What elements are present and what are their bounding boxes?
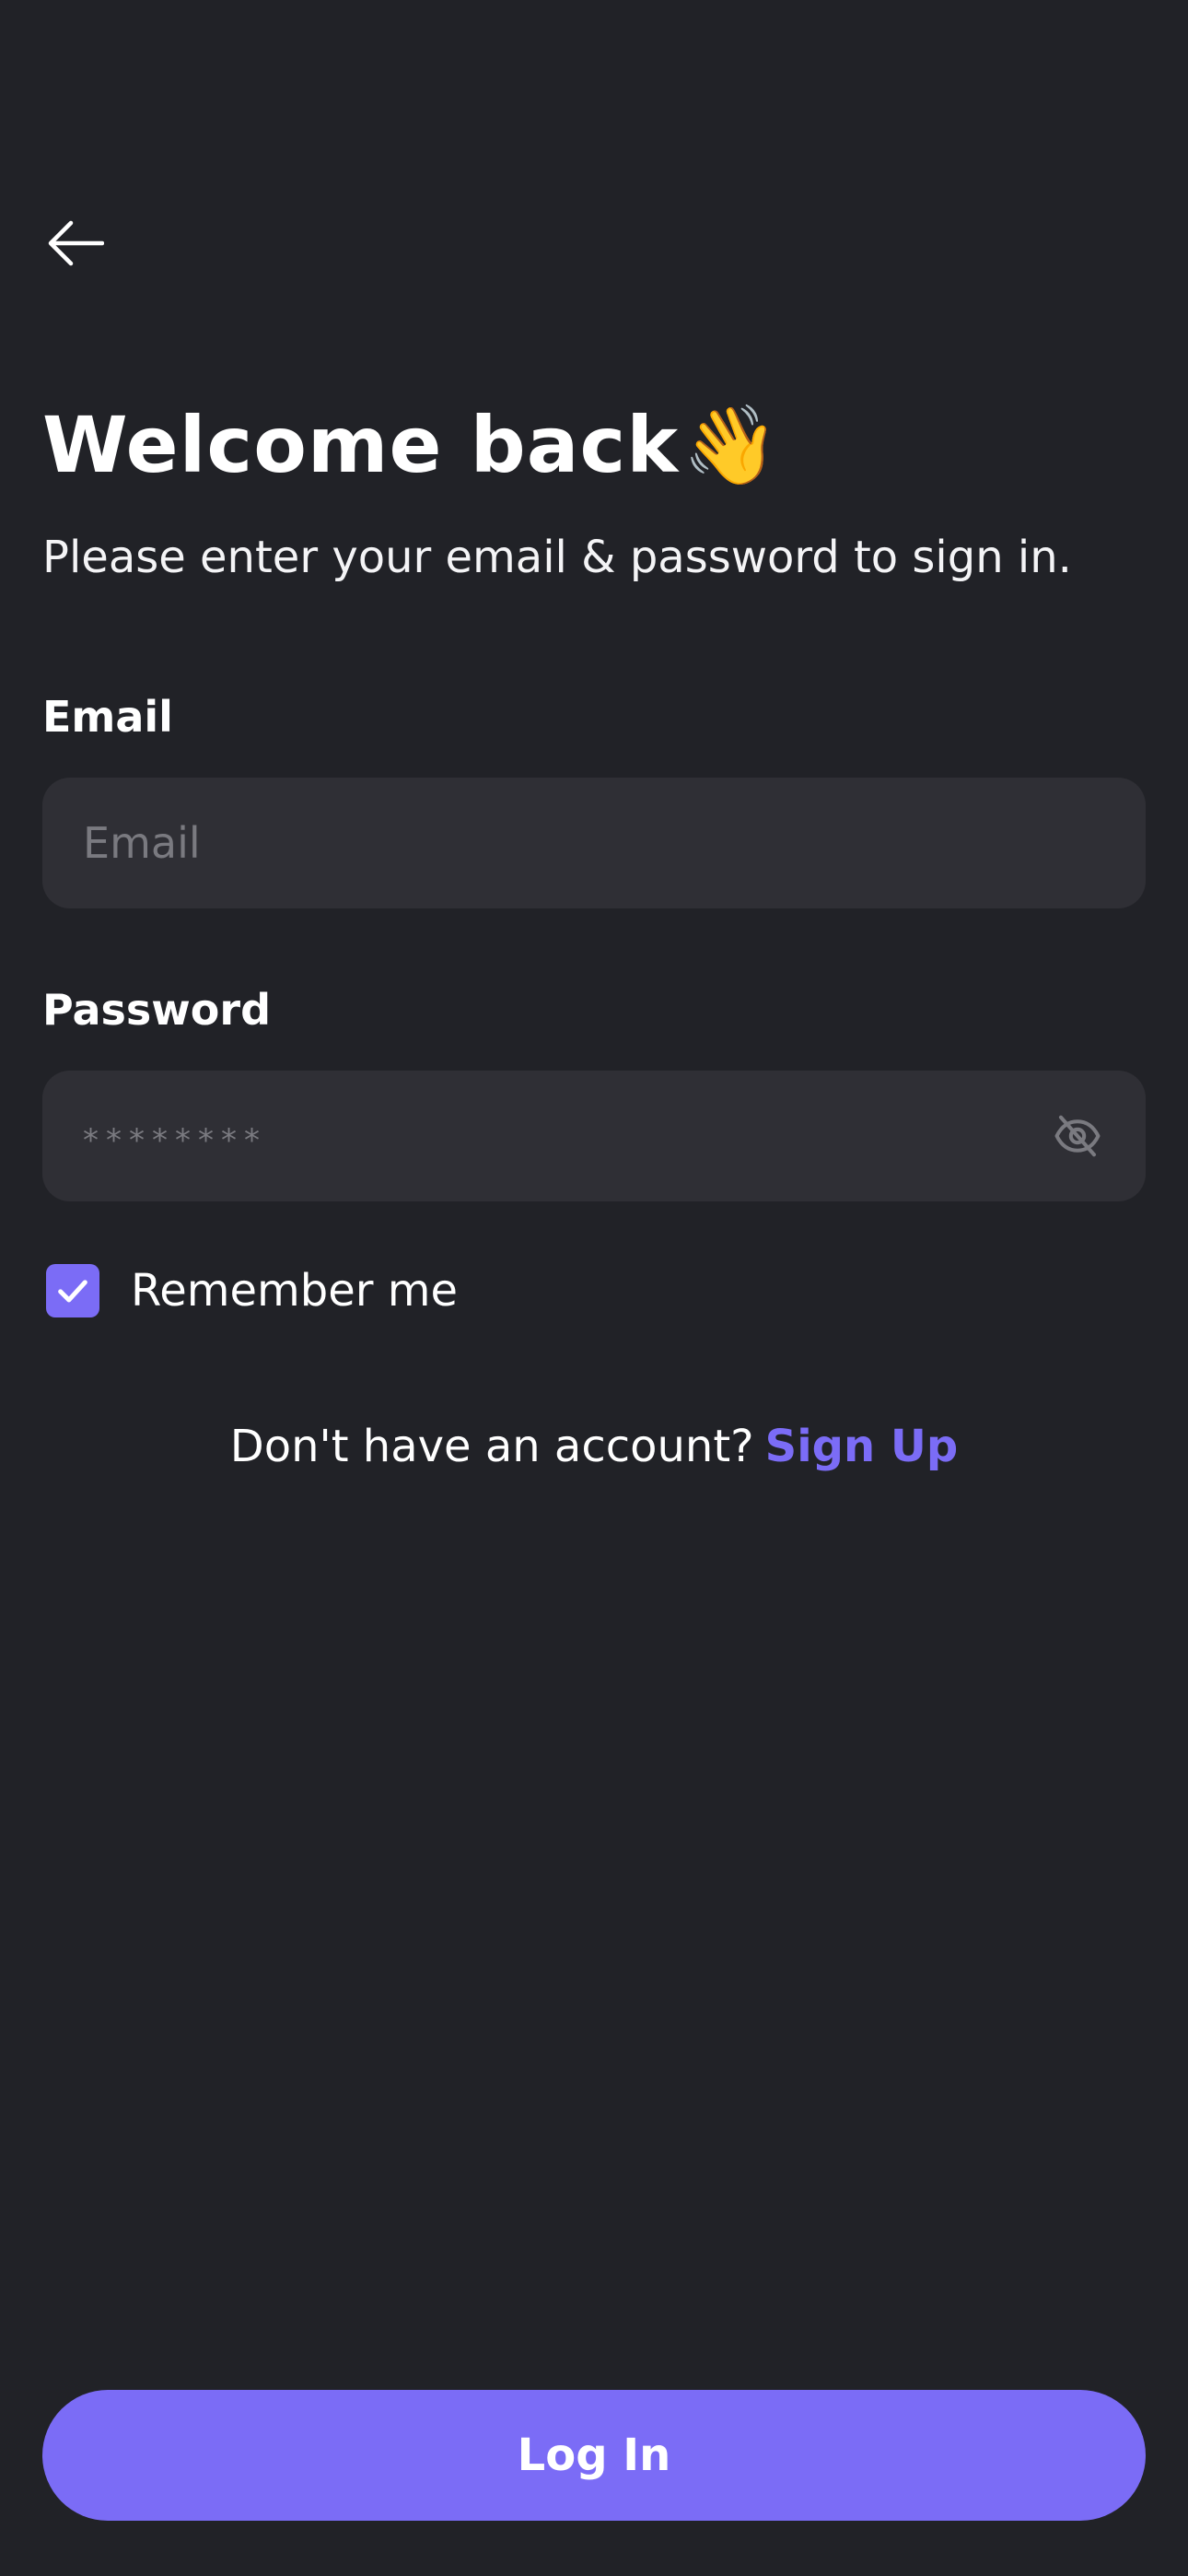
email-label: Email	[42, 692, 173, 742]
password-label: Password	[42, 985, 271, 1035]
remember-me-row[interactable]: Remember me	[42, 1260, 458, 1321]
password-field-container[interactable]	[42, 1071, 1146, 1201]
signup-question: Don't have an account?	[229, 1421, 754, 1472]
waving-hand-emoji: 👋	[682, 400, 780, 490]
title-text: Welcome back	[42, 400, 680, 490]
password-input[interactable]	[83, 1111, 1050, 1161]
eye-off-icon	[1054, 1115, 1101, 1157]
check-icon	[58, 1280, 87, 1303]
email-input[interactable]	[83, 818, 1105, 868]
email-field-container[interactable]	[42, 778, 1146, 908]
arrow-left-icon	[48, 220, 104, 266]
back-button[interactable]	[42, 210, 109, 276]
page-title: Welcome back👋	[42, 394, 780, 496]
page-subtitle: Please enter your email & password to si…	[42, 532, 1072, 583]
signup-link[interactable]: Sign Up	[765, 1421, 959, 1472]
password-visibility-toggle[interactable]	[1050, 1108, 1105, 1164]
login-button[interactable]: Log In	[42, 2390, 1146, 2521]
signup-prompt: Don't have an account? Sign Up	[0, 1413, 1188, 1480]
remember-me-checkbox[interactable]	[46, 1264, 99, 1317]
remember-me-label: Remember me	[131, 1265, 459, 1317]
